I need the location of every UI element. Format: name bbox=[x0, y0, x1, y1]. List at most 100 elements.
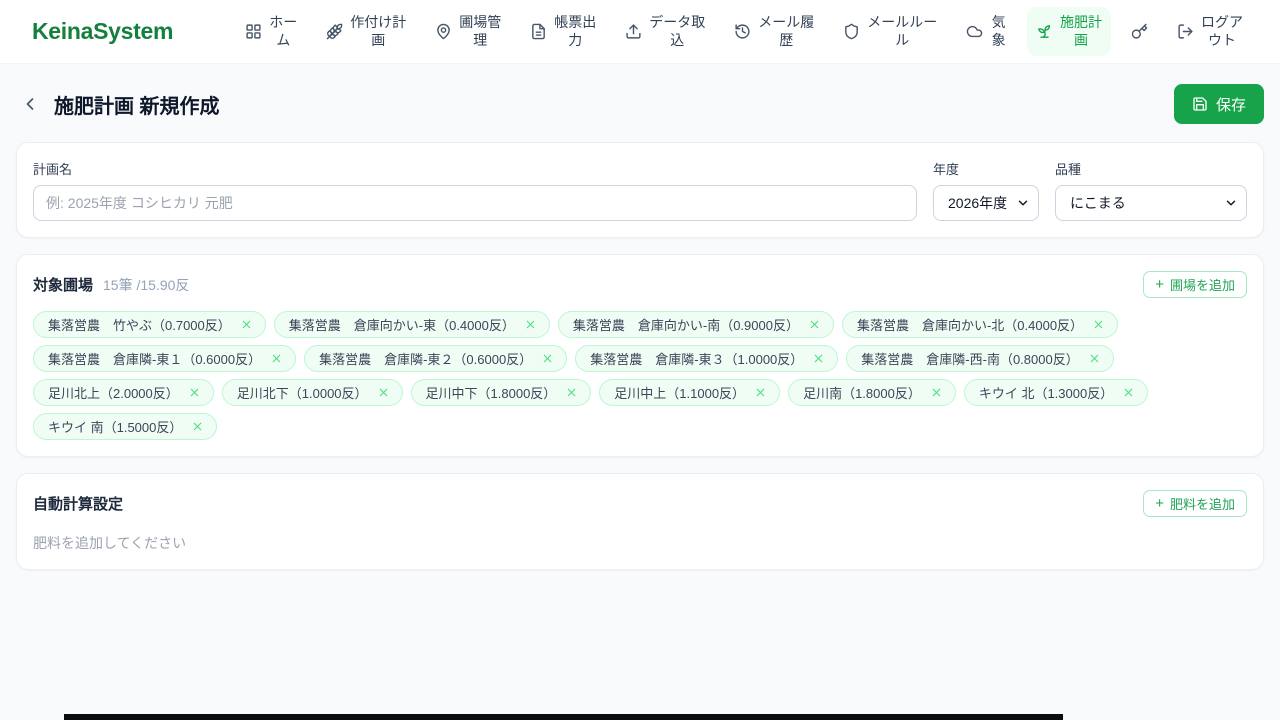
add-fertilizer-button[interactable]: + 肥料を追加 bbox=[1143, 490, 1247, 517]
close-icon[interactable] bbox=[191, 420, 204, 433]
nav-item-label: ログアウト bbox=[1201, 14, 1243, 48]
nav-item-label: 帳票出力 bbox=[554, 14, 597, 48]
plan-name-group: 計画名 bbox=[33, 159, 917, 221]
nav-item-field-management[interactable]: 圃場管理 bbox=[426, 7, 510, 56]
plan-meta-card: 計画名 年度 2026年度 品種 にこまる bbox=[16, 142, 1264, 238]
close-icon[interactable] bbox=[754, 386, 767, 399]
field-tag: 足川中上（1.1000反） bbox=[599, 379, 781, 406]
field-tag: 足川北上（2.0000反） bbox=[33, 379, 214, 406]
nav-item-label: データ取込 bbox=[649, 14, 706, 48]
upload-icon bbox=[625, 23, 642, 40]
page-title: 施肥計画 新規作成 bbox=[54, 95, 220, 118]
close-icon[interactable] bbox=[812, 352, 825, 365]
field-tag-label: 集落営農 倉庫隣-東１（0.6000反） bbox=[48, 352, 262, 367]
field-tag-label: 集落営農 倉庫隣-東２（0.6000反） bbox=[319, 352, 533, 367]
grid-icon bbox=[245, 23, 262, 40]
history-icon bbox=[734, 23, 751, 40]
close-icon[interactable] bbox=[930, 386, 943, 399]
page-header: 施肥計画 新規作成 保存 bbox=[16, 84, 1264, 124]
map-pin-icon bbox=[435, 23, 452, 40]
field-tag: 集落営農 倉庫隣-東１（0.6000反） bbox=[33, 345, 297, 372]
field-tag: 集落営農 倉庫隣-東２（0.6000反） bbox=[304, 345, 568, 372]
field-tag: キウイ 北（1.3000反） bbox=[963, 379, 1149, 406]
shield-icon bbox=[843, 23, 860, 40]
nav-items: ホーム 作付け計画 圃場管理 帳票出力 データ取込 メール履歴 メールルール 気… bbox=[236, 7, 1252, 56]
field-tag-label: 集落営農 倉庫向かい-北（0.4000反） bbox=[856, 318, 1084, 333]
target-fields-card: 対象圃場 15筆 /15.90反 + 圃場を追加 集落営農 竹やぶ（0.7000… bbox=[16, 254, 1264, 457]
nav-item-logout[interactable]: ログアウト bbox=[1168, 7, 1252, 56]
nav-item-label: 圃場管理 bbox=[459, 14, 502, 48]
year-select[interactable]: 2026年度 bbox=[933, 185, 1039, 221]
auto-calc-empty-text: 肥料を追加してください bbox=[33, 535, 187, 551]
document-icon bbox=[530, 23, 547, 40]
nav-item-data-import[interactable]: データ取込 bbox=[616, 7, 714, 56]
field-tag: 集落営農 倉庫向かい-南（0.9000反） bbox=[557, 311, 834, 338]
close-icon[interactable] bbox=[377, 386, 390, 399]
brand-logo[interactable]: KeinaSystem bbox=[32, 18, 173, 45]
nav-item-label: 作付け計画 bbox=[350, 14, 407, 48]
add-field-button-label: 圃場を追加 bbox=[1169, 278, 1235, 293]
field-tag: 足川中下（1.8000反） bbox=[410, 379, 592, 406]
logout-icon bbox=[1177, 23, 1194, 40]
close-icon[interactable] bbox=[1088, 352, 1101, 365]
auto-calc-title: 自動計算設定 bbox=[33, 496, 124, 513]
nav-item-mail-history[interactable]: メール履歴 bbox=[725, 7, 823, 56]
nav-item-mail-rules[interactable]: メールルール bbox=[834, 7, 946, 56]
key-icon bbox=[1131, 23, 1148, 40]
save-button[interactable]: 保存 bbox=[1173, 84, 1264, 124]
field-tag-label: 集落営農 竹やぶ（0.7000反） bbox=[48, 318, 231, 333]
field-tag-label: キウイ 北（1.3000反） bbox=[978, 386, 1114, 401]
add-field-button[interactable]: + 圃場を追加 bbox=[1143, 271, 1247, 298]
target-fields-title: 対象圃場 bbox=[33, 277, 94, 294]
main-content: 施肥計画 新規作成 保存 計画名 年度 2026年度 bbox=[0, 84, 1280, 570]
save-icon bbox=[1192, 96, 1208, 112]
bottom-bar bbox=[64, 714, 1063, 720]
nav-item-home[interactable]: ホーム bbox=[236, 7, 306, 56]
field-tag: キウイ 南（1.5000反） bbox=[33, 413, 218, 440]
nav-item-report-output[interactable]: 帳票出力 bbox=[521, 7, 605, 56]
nav-item-key[interactable] bbox=[1122, 16, 1157, 47]
close-icon[interactable] bbox=[808, 318, 821, 331]
plus-icon: + bbox=[1155, 276, 1164, 293]
field-tag-label: キウイ 南（1.5000反） bbox=[48, 420, 183, 435]
nav-item-fertilization-plan[interactable]: 施肥計画 bbox=[1027, 7, 1111, 56]
nav-item-planting-plan[interactable]: 作付け計画 bbox=[317, 7, 415, 56]
close-icon[interactable] bbox=[524, 318, 537, 331]
close-icon[interactable] bbox=[188, 386, 201, 399]
field-tag-list: 集落営農 竹やぶ（0.7000反） 集落営農 倉庫向かい-東（0.4000反） … bbox=[33, 311, 1247, 440]
variety-select[interactable]: にこまる bbox=[1055, 185, 1247, 221]
top-nav: KeinaSystem ホーム 作付け計画 圃場管理 帳票出力 データ取込 メー… bbox=[0, 0, 1280, 64]
nav-item-label: 施肥計画 bbox=[1060, 14, 1102, 48]
auto-calc-card: 自動計算設定 + 肥料を追加 肥料を追加してください bbox=[16, 473, 1264, 570]
chevron-left-icon bbox=[20, 94, 40, 114]
plus-icon: + bbox=[1155, 495, 1164, 512]
plan-name-input[interactable] bbox=[33, 185, 917, 221]
nav-item-weather[interactable]: 気象 bbox=[957, 7, 1016, 56]
back-button[interactable] bbox=[16, 90, 44, 118]
add-fertilizer-button-label: 肥料を追加 bbox=[1169, 497, 1235, 512]
field-tag-label: 集落営農 倉庫向かい-東（0.4000反） bbox=[288, 318, 515, 333]
wheat-icon bbox=[326, 23, 343, 40]
field-tag: 集落営農 倉庫隣-東３（1.0000反） bbox=[575, 345, 839, 372]
field-tag-label: 集落営農 倉庫隣-西-南（0.8000反） bbox=[861, 352, 1079, 367]
field-tag-label: 足川中上（1.1000反） bbox=[614, 386, 746, 401]
field-tag: 集落営農 倉庫向かい-北（0.4000反） bbox=[841, 311, 1119, 338]
field-tag: 集落営農 竹やぶ（0.7000反） bbox=[33, 311, 266, 338]
sprout-icon bbox=[1036, 23, 1053, 40]
variety-label: 品種 bbox=[1055, 162, 1082, 177]
year-label: 年度 bbox=[933, 162, 960, 177]
field-tag: 集落営農 倉庫向かい-東（0.4000反） bbox=[273, 311, 550, 338]
nav-item-label: メールルール bbox=[867, 14, 938, 48]
nav-item-label: ホーム bbox=[269, 14, 298, 48]
field-tag-label: 足川北上（2.0000反） bbox=[48, 386, 179, 401]
close-icon[interactable] bbox=[240, 318, 253, 331]
close-icon[interactable] bbox=[1122, 386, 1135, 399]
close-icon[interactable] bbox=[270, 352, 283, 365]
close-icon[interactable] bbox=[541, 352, 554, 365]
field-tag-label: 足川中下（1.8000反） bbox=[425, 386, 557, 401]
close-icon[interactable] bbox=[565, 386, 578, 399]
year-group: 年度 2026年度 bbox=[933, 159, 1039, 221]
nav-item-label: メール履歴 bbox=[758, 14, 815, 48]
close-icon[interactable] bbox=[1092, 318, 1105, 331]
field-tag: 足川北下（1.0000反） bbox=[221, 379, 403, 406]
